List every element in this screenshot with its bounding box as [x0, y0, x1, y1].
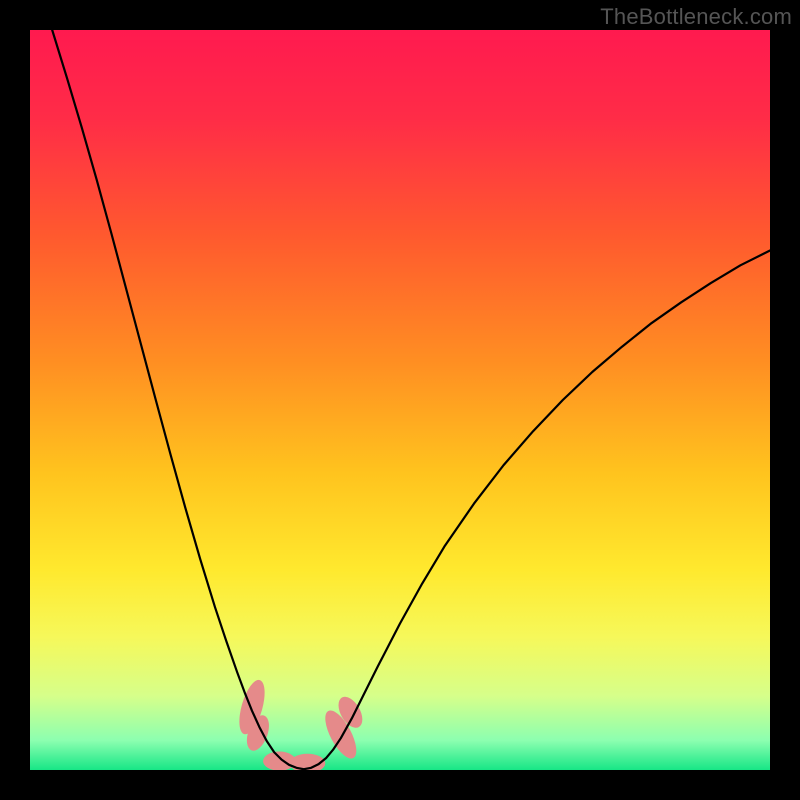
gradient-background [30, 30, 770, 770]
attribution-text: TheBottleneck.com [600, 4, 792, 30]
plot-area [30, 30, 770, 770]
chart-frame: TheBottleneck.com [0, 0, 800, 800]
chart-svg [30, 30, 770, 770]
